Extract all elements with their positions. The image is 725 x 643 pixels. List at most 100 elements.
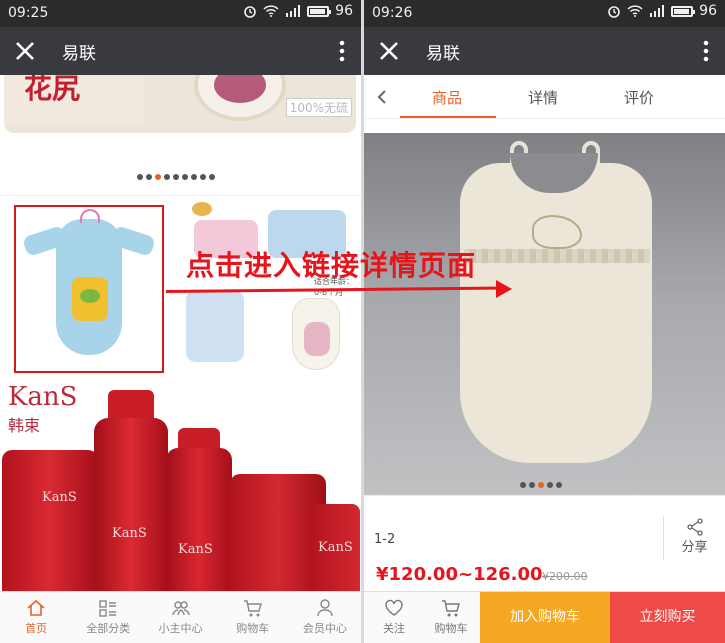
- page-title: 易联: [62, 44, 96, 64]
- carousel-dot: [173, 174, 179, 180]
- product-tab-bar: 商品 详情 评价: [364, 75, 725, 119]
- share-button[interactable]: 分享: [663, 516, 725, 560]
- carousel-dot: [209, 174, 215, 180]
- hanger-icon: [80, 209, 100, 223]
- tab-label: 购物车: [236, 622, 270, 635]
- tab-label: 小主中心: [158, 622, 203, 635]
- follow-button[interactable]: 关注: [374, 592, 414, 643]
- users-icon: [171, 601, 190, 616]
- tab-label: 首页: [25, 622, 48, 635]
- tab-product[interactable]: 商品: [432, 87, 462, 108]
- status-bar: 09:25 96: [0, 0, 361, 27]
- banner-pack-text: 花尻: [24, 75, 81, 105]
- carousel-dot: [155, 174, 161, 180]
- highlighted-product-image[interactable]: [14, 205, 164, 373]
- annotation-callout: 点击进入链接详情页面: [186, 249, 477, 282]
- active-tab-underline: [400, 116, 496, 118]
- wifi-icon: [263, 5, 279, 17]
- carousel-dot: [191, 174, 197, 180]
- right-phone-screen: 09:26 96 易联 商品 详情 评价 1-2 分享 ¥120.00~126.…: [364, 0, 725, 643]
- carousel-dot: [164, 174, 170, 180]
- status-bar: 09:26 96: [364, 0, 725, 27]
- carousel-indicator: [137, 174, 215, 180]
- cart-icon: [243, 600, 262, 617]
- carousel-dot: [200, 174, 206, 180]
- lotion-bottle: [94, 418, 168, 592]
- product-photo[interactable]: [364, 133, 725, 495]
- product-brand-text: KanS: [42, 490, 77, 505]
- promo-banner[interactable]: 花尻 100%无硫: [4, 75, 356, 133]
- close-icon[interactable]: [12, 38, 38, 64]
- kans-logo-chinese: 韩束: [8, 416, 41, 435]
- kans-product-banner[interactable]: KanS 韩束 KanS KanS KanS KanS: [0, 378, 361, 592]
- more-menu-icon[interactable]: [339, 39, 345, 63]
- left-phone-screen: 09:25 96 易联 花尻 100%无硫 适合年龄：0-6个月 KanS 韩束…: [0, 0, 361, 643]
- battery-icon: [307, 5, 332, 17]
- carousel-dot: [182, 174, 188, 180]
- heart-icon: [385, 599, 403, 616]
- carousel-dot: [538, 482, 544, 488]
- buy-now-button[interactable]: 立刻购买: [610, 592, 725, 643]
- carousel-indicator: [520, 482, 562, 488]
- tab-reviews[interactable]: 评价: [624, 87, 654, 108]
- tab-details[interactable]: 详情: [528, 87, 558, 108]
- bottom-tab-bar: 首页 全部分类 小主中心 购物车 会员中心: [0, 591, 361, 643]
- close-icon[interactable]: [376, 38, 402, 64]
- carousel-dot: [137, 174, 143, 180]
- serum-bottle: [166, 448, 232, 592]
- variant-text: 1-2: [374, 532, 396, 547]
- product-brand-text: KanS: [178, 542, 213, 557]
- banner-bowl-image: [194, 75, 286, 121]
- sleeping-bag-band: [464, 249, 650, 263]
- tab-home[interactable]: 首页: [0, 592, 72, 643]
- bunny-print: [304, 322, 330, 356]
- brand-lion-icon: [192, 202, 212, 216]
- more-menu-icon[interactable]: [703, 39, 709, 63]
- tab-label: 全部分类: [86, 622, 131, 635]
- carousel-dot: [146, 174, 152, 180]
- product-brand-text: KanS: [318, 540, 353, 555]
- battery-level: 96: [335, 3, 353, 19]
- battery-icon: [671, 5, 696, 17]
- tab-cart[interactable]: 购物车: [217, 592, 289, 643]
- status-time: 09:26: [372, 5, 413, 21]
- tab-member-center[interactable]: 会员中心: [289, 592, 361, 643]
- carousel-dot: [529, 482, 535, 488]
- share-icon: [686, 518, 703, 536]
- banner-tag: 100%无硫: [285, 98, 352, 117]
- battery-level: 96: [699, 3, 717, 19]
- follow-label: 关注: [383, 622, 405, 635]
- share-label: 分享: [681, 540, 708, 555]
- title-bar: 易联: [0, 27, 361, 75]
- tab-label: 会员中心: [302, 622, 347, 635]
- tab-all-categories[interactable]: 全部分类: [72, 592, 144, 643]
- giraffe-print: [72, 277, 108, 321]
- user-icon: [317, 599, 333, 617]
- blue-bodysuit: [186, 290, 244, 362]
- home-icon: [27, 599, 45, 616]
- signal-icon: [650, 5, 665, 17]
- cart-icon: [442, 600, 460, 617]
- carousel-dot: [547, 482, 553, 488]
- status-time: 09:25: [8, 5, 49, 21]
- cart-label: 购物车: [434, 622, 468, 635]
- kans-logo: KanS: [8, 382, 78, 412]
- cart-button[interactable]: 购物车: [428, 592, 474, 643]
- purchase-action-bar: 关注 购物车 加入购物车 立刻购买: [364, 591, 725, 643]
- tab-owner-center[interactable]: 小主中心: [144, 592, 216, 643]
- sleeping-bag: [460, 163, 652, 463]
- back-chevron-icon[interactable]: [374, 87, 390, 107]
- category-icon: [99, 600, 117, 617]
- wifi-icon: [627, 5, 643, 17]
- product-price: ¥120.00~126.00: [376, 564, 543, 585]
- section-divider: [0, 195, 361, 196]
- product-summary: 1-2 分享 ¥120.00~126.00 ¥200.00: [364, 495, 725, 591]
- add-to-cart-button[interactable]: 加入购物车: [480, 592, 610, 643]
- signal-icon: [286, 5, 301, 17]
- product-brand-text: KanS: [112, 526, 147, 541]
- annotation-arrow-head: [496, 280, 512, 298]
- carousel-dot: [520, 482, 526, 488]
- original-price: ¥200.00: [542, 570, 588, 583]
- page-title: 易联: [426, 44, 460, 64]
- cleanser-tube: [2, 450, 98, 592]
